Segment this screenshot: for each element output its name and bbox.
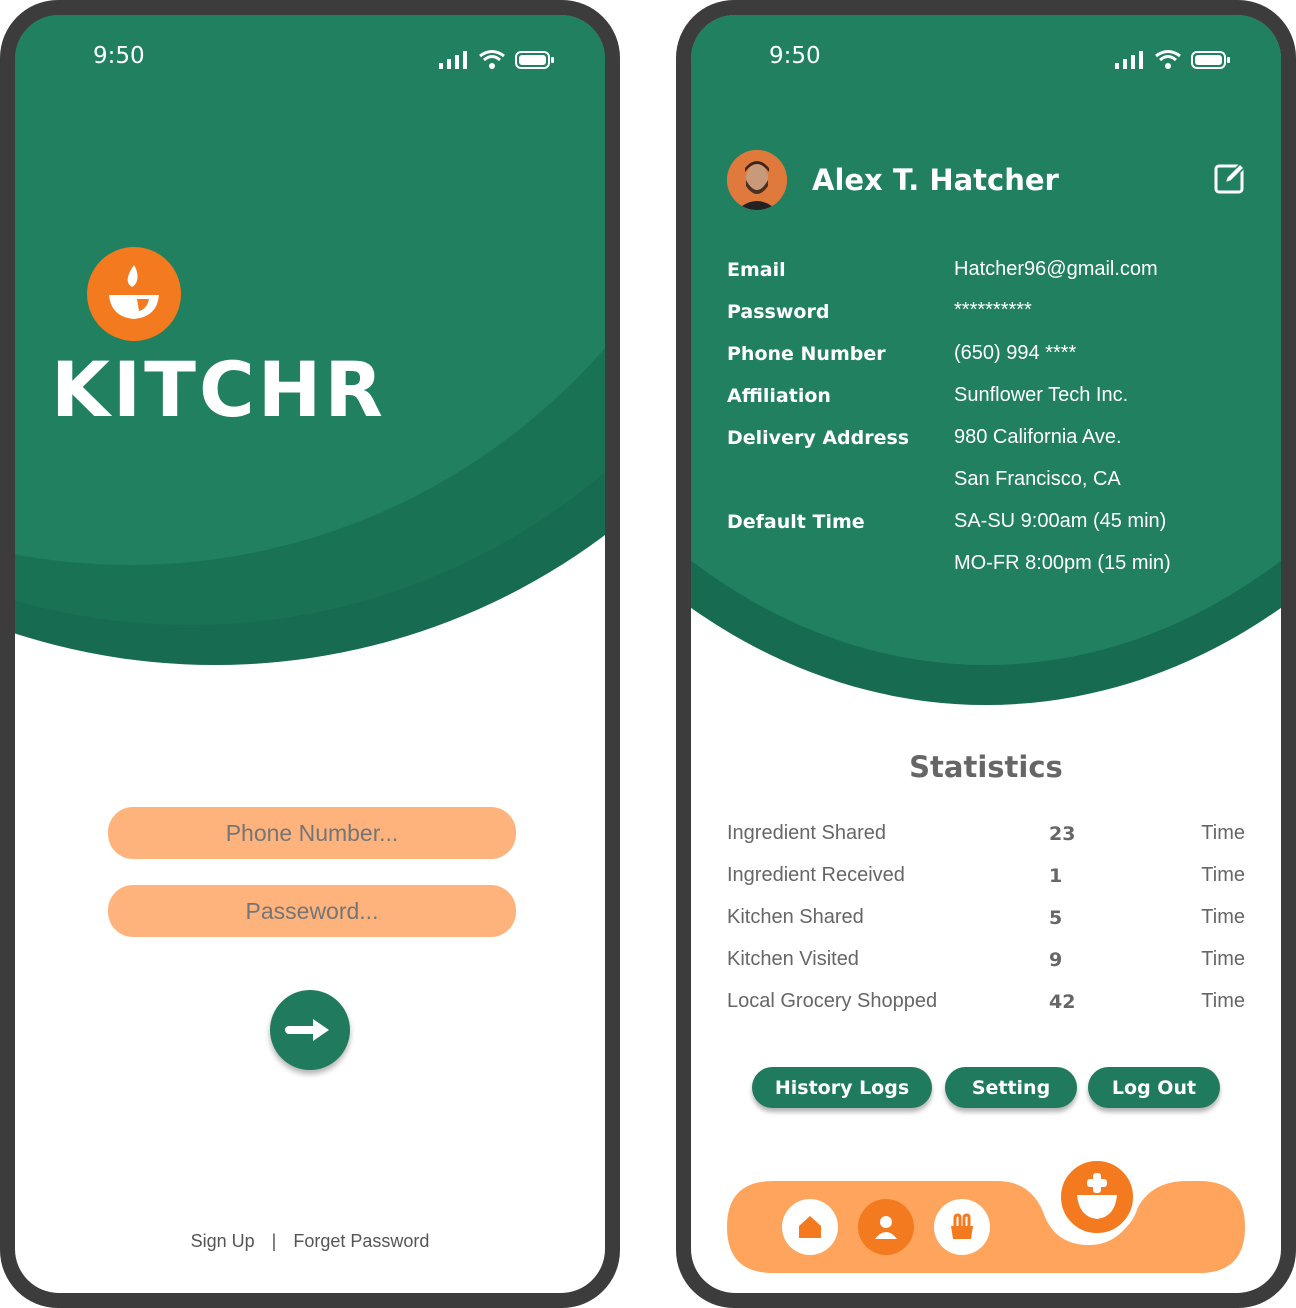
default-time-weekend: SA-SU 9:00am (45 min) xyxy=(954,510,1167,532)
nav-home-button[interactable] xyxy=(782,1199,838,1255)
stat-label: Kitchen Shared xyxy=(727,906,864,928)
password-label: Password xyxy=(727,301,830,323)
setting-button[interactable]: Setting xyxy=(945,1067,1077,1108)
status-time: 9:50 xyxy=(93,43,145,69)
status-icons xyxy=(439,50,555,70)
login-submit-button[interactable] xyxy=(270,990,350,1070)
password-value: ********** xyxy=(954,299,1032,321)
stat-unit: Time xyxy=(1201,864,1245,886)
nav-add-button[interactable] xyxy=(1055,1155,1139,1239)
history-logs-button[interactable]: History Logs xyxy=(752,1067,932,1108)
battery-icon xyxy=(515,51,554,69)
default-time-label: Default Time xyxy=(727,511,865,533)
login-screen: 9:50 KITCHR Phone Number... Sign Up | Fo… xyxy=(15,15,605,1293)
nav-profile-button[interactable] xyxy=(858,1199,914,1255)
stat-value: 1 xyxy=(1049,865,1063,887)
address-label: Delivery Address xyxy=(727,427,910,449)
stat-unit: Time xyxy=(1201,948,1245,970)
wifi-icon xyxy=(479,50,505,69)
wifi-icon xyxy=(1155,50,1181,69)
signal-icon xyxy=(439,51,467,69)
affiliation-label: Affiliation xyxy=(727,385,831,407)
status-time: 9:50 xyxy=(769,43,821,69)
bottom-nav-bar xyxy=(727,1155,1245,1273)
log-out-button[interactable]: Log Out xyxy=(1088,1067,1220,1108)
home-icon xyxy=(799,1216,821,1238)
phone-number-input[interactable] xyxy=(108,807,516,859)
sign-up-link[interactable]: Sign Up xyxy=(191,1231,255,1251)
statistics-title: Statistics xyxy=(909,750,1063,784)
stat-label: Ingredient Shared xyxy=(727,822,887,844)
signal-icon xyxy=(1115,51,1143,69)
brand-title: KITCHR xyxy=(51,345,386,434)
profile-phone-frame: 9:50 Alex T. Hatcher Email Hatcher96@gma… xyxy=(676,0,1296,1308)
basket-icon xyxy=(951,1213,973,1239)
forget-password-link[interactable]: Forget Password xyxy=(293,1231,429,1251)
status-icons xyxy=(1115,50,1231,70)
stat-value: 9 xyxy=(1049,949,1063,971)
stat-value: 42 xyxy=(1049,991,1076,1013)
affiliation-value: Sunflower Tech Inc. xyxy=(954,384,1129,406)
add-bowl-icon xyxy=(1077,1173,1117,1219)
stat-label: Kitchen Visited xyxy=(727,948,859,970)
avatar[interactable] xyxy=(727,150,787,210)
profile-name: Alex T. Hatcher xyxy=(812,163,1059,197)
password-input[interactable] xyxy=(108,885,516,937)
stat-unit: Time xyxy=(1201,822,1245,844)
stat-label: Ingredient Received xyxy=(727,864,905,886)
phone-label: Phone Number xyxy=(727,343,886,365)
default-time-weekday: MO-FR 8:00pm (15 min) xyxy=(954,552,1171,574)
link-separator: | xyxy=(271,1231,277,1251)
nav-basket-button[interactable] xyxy=(934,1199,990,1255)
kitchr-logo-icon xyxy=(87,247,181,341)
profile-icon xyxy=(875,1216,897,1239)
battery-icon xyxy=(1191,51,1230,69)
stat-unit: Time xyxy=(1201,990,1245,1012)
phone-value: (650) 994 **** xyxy=(954,342,1077,364)
auth-links: Sign Up | Forget Password xyxy=(15,1231,605,1252)
login-phone-frame: 9:50 KITCHR Phone Number... Sign Up | Fo… xyxy=(0,0,620,1308)
email-label: Email xyxy=(727,259,786,281)
address-line2: San Francisco, CA xyxy=(954,468,1121,490)
stat-value: 23 xyxy=(1049,823,1076,845)
edit-profile-icon[interactable] xyxy=(1213,161,1247,195)
profile-screen: 9:50 Alex T. Hatcher Email Hatcher96@gma… xyxy=(691,15,1281,1293)
stat-unit: Time xyxy=(1201,906,1245,928)
stat-value: 5 xyxy=(1049,907,1063,929)
stat-label: Local Grocery Shopped xyxy=(727,990,938,1012)
email-value: Hatcher96@gmail.com xyxy=(954,258,1158,280)
arrow-right-icon xyxy=(285,1019,329,1041)
address-line1: 980 California Ave. xyxy=(954,426,1122,448)
